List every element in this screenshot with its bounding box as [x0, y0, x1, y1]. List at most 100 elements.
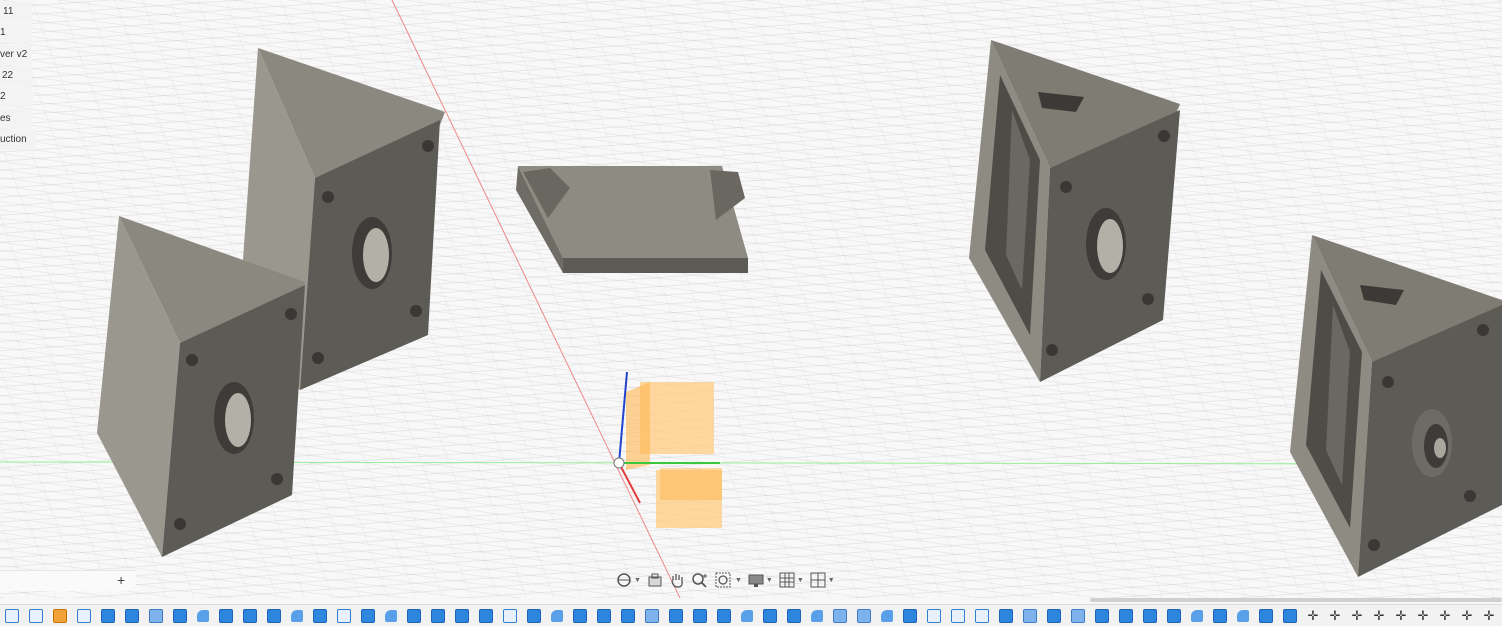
timeline-sketch-icon[interactable]	[975, 608, 989, 623]
timeline-move-icon[interactable]: ✛	[1395, 609, 1407, 622]
timeline-shell-icon[interactable]	[1071, 608, 1085, 623]
timeline-extrude-icon[interactable]	[313, 608, 327, 623]
zoom-icon	[692, 573, 707, 588]
timeline-extrude-icon[interactable]	[763, 608, 777, 623]
viewports-icon	[810, 572, 826, 588]
timeline-extrude-icon[interactable]	[1167, 608, 1181, 623]
timeline-sketch-icon[interactable]	[5, 608, 19, 623]
timeline-move-icon[interactable]: ✛	[1461, 609, 1473, 622]
chevron-down-icon: ▼	[796, 576, 804, 584]
timeline-fillet-icon[interactable]	[741, 609, 753, 622]
timeline-extrude-icon[interactable]	[573, 608, 587, 623]
fit-icon	[715, 572, 731, 588]
timeline-shell-icon[interactable]	[645, 608, 659, 623]
timeline-extrude-icon[interactable]	[1143, 608, 1157, 623]
timeline-fillet-icon[interactable]	[1191, 609, 1203, 622]
browser-item[interactable]: uction	[0, 130, 36, 150]
timeline-extrude-icon[interactable]	[903, 608, 917, 623]
timeline-extrude-icon[interactable]	[1047, 608, 1061, 623]
browser-item[interactable]: 11	[0, 2, 32, 22]
timeline-move-icon[interactable]: ✛	[1351, 609, 1363, 622]
timeline-scrollbar[interactable]	[1090, 598, 1502, 602]
chevron-down-icon: ▼	[765, 576, 773, 584]
zoom-button[interactable]	[689, 569, 711, 591]
viewports-button[interactable]: ▼	[808, 569, 837, 591]
timeline-shell-icon[interactable]	[833, 608, 847, 623]
timeline-extrude-icon[interactable]	[243, 608, 257, 623]
chevron-down-icon: ▼	[734, 576, 742, 584]
browser-item-label: 22	[2, 70, 14, 81]
fit-button[interactable]: ▼	[713, 569, 744, 591]
timeline-extrude-icon[interactable]	[1213, 608, 1227, 623]
timeline-sketch-icon[interactable]	[77, 608, 91, 623]
pan-button[interactable]	[667, 569, 687, 591]
timeline-extrude-icon[interactable]	[219, 608, 233, 623]
timeline-sketch-icon[interactable]	[927, 608, 941, 623]
timeline-extrude-icon[interactable]	[53, 608, 67, 623]
browser-item[interactable]: ver v2	[0, 45, 32, 65]
timeline-extrude-icon[interactable]	[717, 608, 731, 623]
timeline-extrude-icon[interactable]	[693, 608, 707, 623]
timeline-extrude-icon[interactable]	[527, 608, 541, 623]
timeline-fillet-icon[interactable]	[811, 609, 823, 622]
timeline-extrude-icon[interactable]	[479, 608, 493, 623]
timeline-shell-icon[interactable]	[149, 608, 163, 623]
timeline-extrude-icon[interactable]	[267, 608, 281, 623]
timeline-extrude-icon[interactable]	[407, 608, 421, 623]
timeline-extrude-icon[interactable]	[173, 608, 187, 623]
timeline-fillet-icon[interactable]	[1237, 609, 1249, 622]
timeline-move-icon[interactable]: ✛	[1307, 609, 1319, 622]
timeline-extrude-icon[interactable]	[101, 608, 115, 623]
chevron-down-icon: ▼	[634, 576, 641, 584]
model-scene[interactable]	[0, 0, 1502, 598]
chevron-down-icon: ▼	[827, 576, 835, 584]
timeline-shell-icon[interactable]	[1023, 608, 1037, 623]
add-button[interactable]: +	[117, 572, 125, 588]
timeline-fillet-icon[interactable]	[881, 609, 893, 622]
timeline-fillet-icon[interactable]	[197, 609, 209, 622]
browser-item[interactable]: 22	[0, 66, 32, 86]
timeline-extrude-icon[interactable]	[787, 608, 801, 623]
grid-settings-button[interactable]: ▼	[777, 569, 806, 591]
orbit-button[interactable]: ▼	[614, 569, 643, 591]
timeline-sketch-icon[interactable]	[503, 608, 517, 623]
browser-item[interactable]: 1	[0, 23, 32, 43]
timeline-sketch-icon[interactable]	[337, 608, 351, 623]
look-at-icon	[648, 573, 662, 587]
timeline-move-icon[interactable]: ✛	[1373, 609, 1385, 622]
center-plate	[516, 166, 748, 273]
display-settings-icon	[748, 574, 764, 587]
display-settings-button[interactable]: ▼	[746, 569, 775, 591]
timeline-fillet-icon[interactable]	[551, 609, 563, 622]
right-back-frame	[969, 40, 1180, 382]
timeline-extrude-icon[interactable]	[361, 608, 375, 623]
browser-item[interactable]: 2	[0, 87, 32, 107]
timeline-fillet-icon[interactable]	[385, 609, 397, 622]
timeline-extrude-icon[interactable]	[669, 608, 683, 623]
browser-item-label: ver v2	[0, 49, 28, 60]
timeline-fillet-icon[interactable]	[291, 609, 303, 622]
timeline-move-icon[interactable]: ✛	[1483, 609, 1495, 622]
timeline-extrude-icon[interactable]	[125, 608, 139, 623]
timeline-sketch-icon[interactable]	[29, 608, 43, 623]
timeline-extrude-icon[interactable]	[597, 608, 611, 623]
navigation-bar: ▼ ▼ ▼ ▼ ▼	[614, 568, 837, 592]
timeline-extrude-icon[interactable]	[999, 608, 1013, 623]
timeline-extrude-icon[interactable]	[1259, 608, 1273, 623]
canvas-viewport[interactable]: 11 1 ver v2 22 2 es uction + ▼ ▼ ▼ ▼ ▼	[0, 0, 1502, 598]
timeline-extrude-icon[interactable]	[1283, 608, 1297, 623]
timeline-extrude-icon[interactable]	[455, 608, 469, 623]
timeline-extrude-icon[interactable]	[1095, 608, 1109, 623]
timeline-extrude-icon[interactable]	[431, 608, 445, 623]
timeline-extrude-icon[interactable]	[1119, 608, 1133, 623]
timeline-move-icon[interactable]: ✛	[1329, 609, 1341, 622]
browser-item[interactable]: es	[0, 109, 32, 129]
timeline-move-icon[interactable]: ✛	[1417, 609, 1429, 622]
timeline-extrude-icon[interactable]	[621, 608, 635, 623]
browser-item-label: uction	[0, 134, 27, 145]
timeline-shell-icon[interactable]	[857, 608, 871, 623]
grid-icon	[779, 572, 795, 588]
look-at-button[interactable]	[645, 569, 665, 591]
timeline-sketch-icon[interactable]	[951, 608, 965, 623]
timeline-move-icon[interactable]: ✛	[1439, 609, 1451, 622]
